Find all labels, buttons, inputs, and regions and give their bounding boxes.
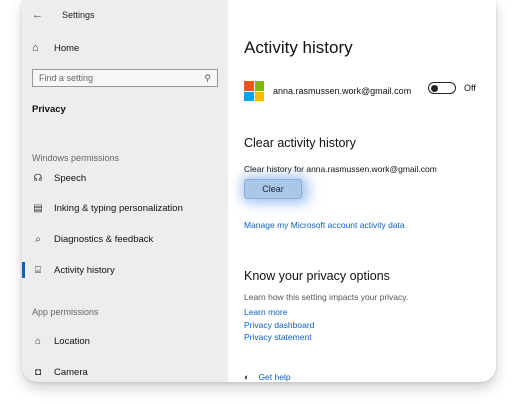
home-icon: ⌂: [32, 42, 39, 54]
toggle-state-label: Off: [464, 83, 476, 93]
page-title: Activity history: [244, 38, 353, 57]
clear-history-description: Clear history for anna.rasmussen.work@gm…: [244, 164, 437, 174]
home-label: Home: [54, 42, 80, 54]
sidebar-item-speech[interactable]: ☊ Speech: [32, 170, 87, 186]
diagnostics-icon: ⌕: [35, 233, 41, 245]
get-help-link[interactable]: Get help: [258, 372, 290, 382]
sidebar-item-location[interactable]: ⌂ Location: [32, 333, 90, 349]
search-input[interactable]: Find a setting ⚲: [32, 69, 218, 87]
speech-icon: ☊: [33, 172, 43, 184]
sidebar-item-camera[interactable]: ◘ Camera: [32, 364, 88, 380]
microsoft-logo-icon: [244, 81, 264, 101]
privacy-dashboard-link[interactable]: Privacy dashboard: [244, 320, 314, 330]
sidebar-item-label: Inking & typing personalization: [54, 202, 183, 214]
location-icon: ⌂: [34, 335, 42, 347]
sidebar-item-label: Diagnostics & feedback: [54, 233, 154, 245]
sidebar-item-inking[interactable]: ▤ Inking & typing personalization: [32, 200, 183, 216]
sidebar-item-diagnostics[interactable]: ⌕ Diagnostics & feedback: [32, 231, 153, 247]
camera-icon: ◘: [34, 366, 42, 378]
section-windows-permissions: Windows permissions: [32, 153, 120, 163]
selection-indicator: [22, 262, 25, 278]
sidebar-item-activity-history[interactable]: ⌸ Activity history: [32, 262, 115, 278]
toggle-knob: [431, 84, 438, 92]
section-app-permissions: App permissions: [32, 307, 99, 317]
privacy-statement-link[interactable]: Privacy statement: [244, 332, 312, 342]
get-help-row[interactable]: ◐ Get help: [244, 372, 291, 382]
help-icon: ◐: [244, 372, 250, 382]
sidebar: ← Settings ⌂ Home Find a setting ⚲ Priva…: [22, 0, 228, 382]
category-title: Privacy: [32, 104, 66, 115]
sidebar-item-label: Activity history: [54, 264, 115, 276]
privacy-description: Learn how this setting impacts your priv…: [244, 292, 409, 302]
activity-toggle[interactable]: [428, 82, 456, 94]
arrow-left-icon[interactable]: ←: [32, 9, 46, 21]
titlebar: ← Settings: [32, 8, 95, 22]
sidebar-item-label: Location: [54, 335, 90, 347]
search-icon: ⚲: [204, 72, 211, 83]
clear-button[interactable]: Clear: [244, 179, 302, 199]
sidebar-item-label: Speech: [54, 172, 87, 184]
sidebar-item-home[interactable]: ⌂ Home: [32, 42, 79, 54]
account-email: anna.rasmussen.work@gmail.com: [273, 86, 412, 96]
clear-history-heading: Clear activity history: [244, 136, 356, 150]
manage-activity-link[interactable]: Manage my Microsoft account activity dat…: [244, 220, 405, 230]
sidebar-item-label: Camera: [54, 366, 88, 378]
activity-history-icon: ⌸: [35, 264, 41, 276]
account-row: anna.rasmussen.work@gmail.com: [244, 81, 411, 101]
window-title: Settings: [62, 10, 95, 20]
privacy-options-heading: Know your privacy options: [244, 269, 390, 283]
inking-icon: ▤: [33, 202, 43, 214]
settings-window: ← Settings ⌂ Home Find a setting ⚲ Priva…: [22, 0, 496, 382]
content-pane: Activity history anna.rasmussen.work@gma…: [228, 0, 496, 382]
learn-more-link[interactable]: Learn more: [244, 307, 287, 317]
search-placeholder: Find a setting: [39, 73, 94, 83]
